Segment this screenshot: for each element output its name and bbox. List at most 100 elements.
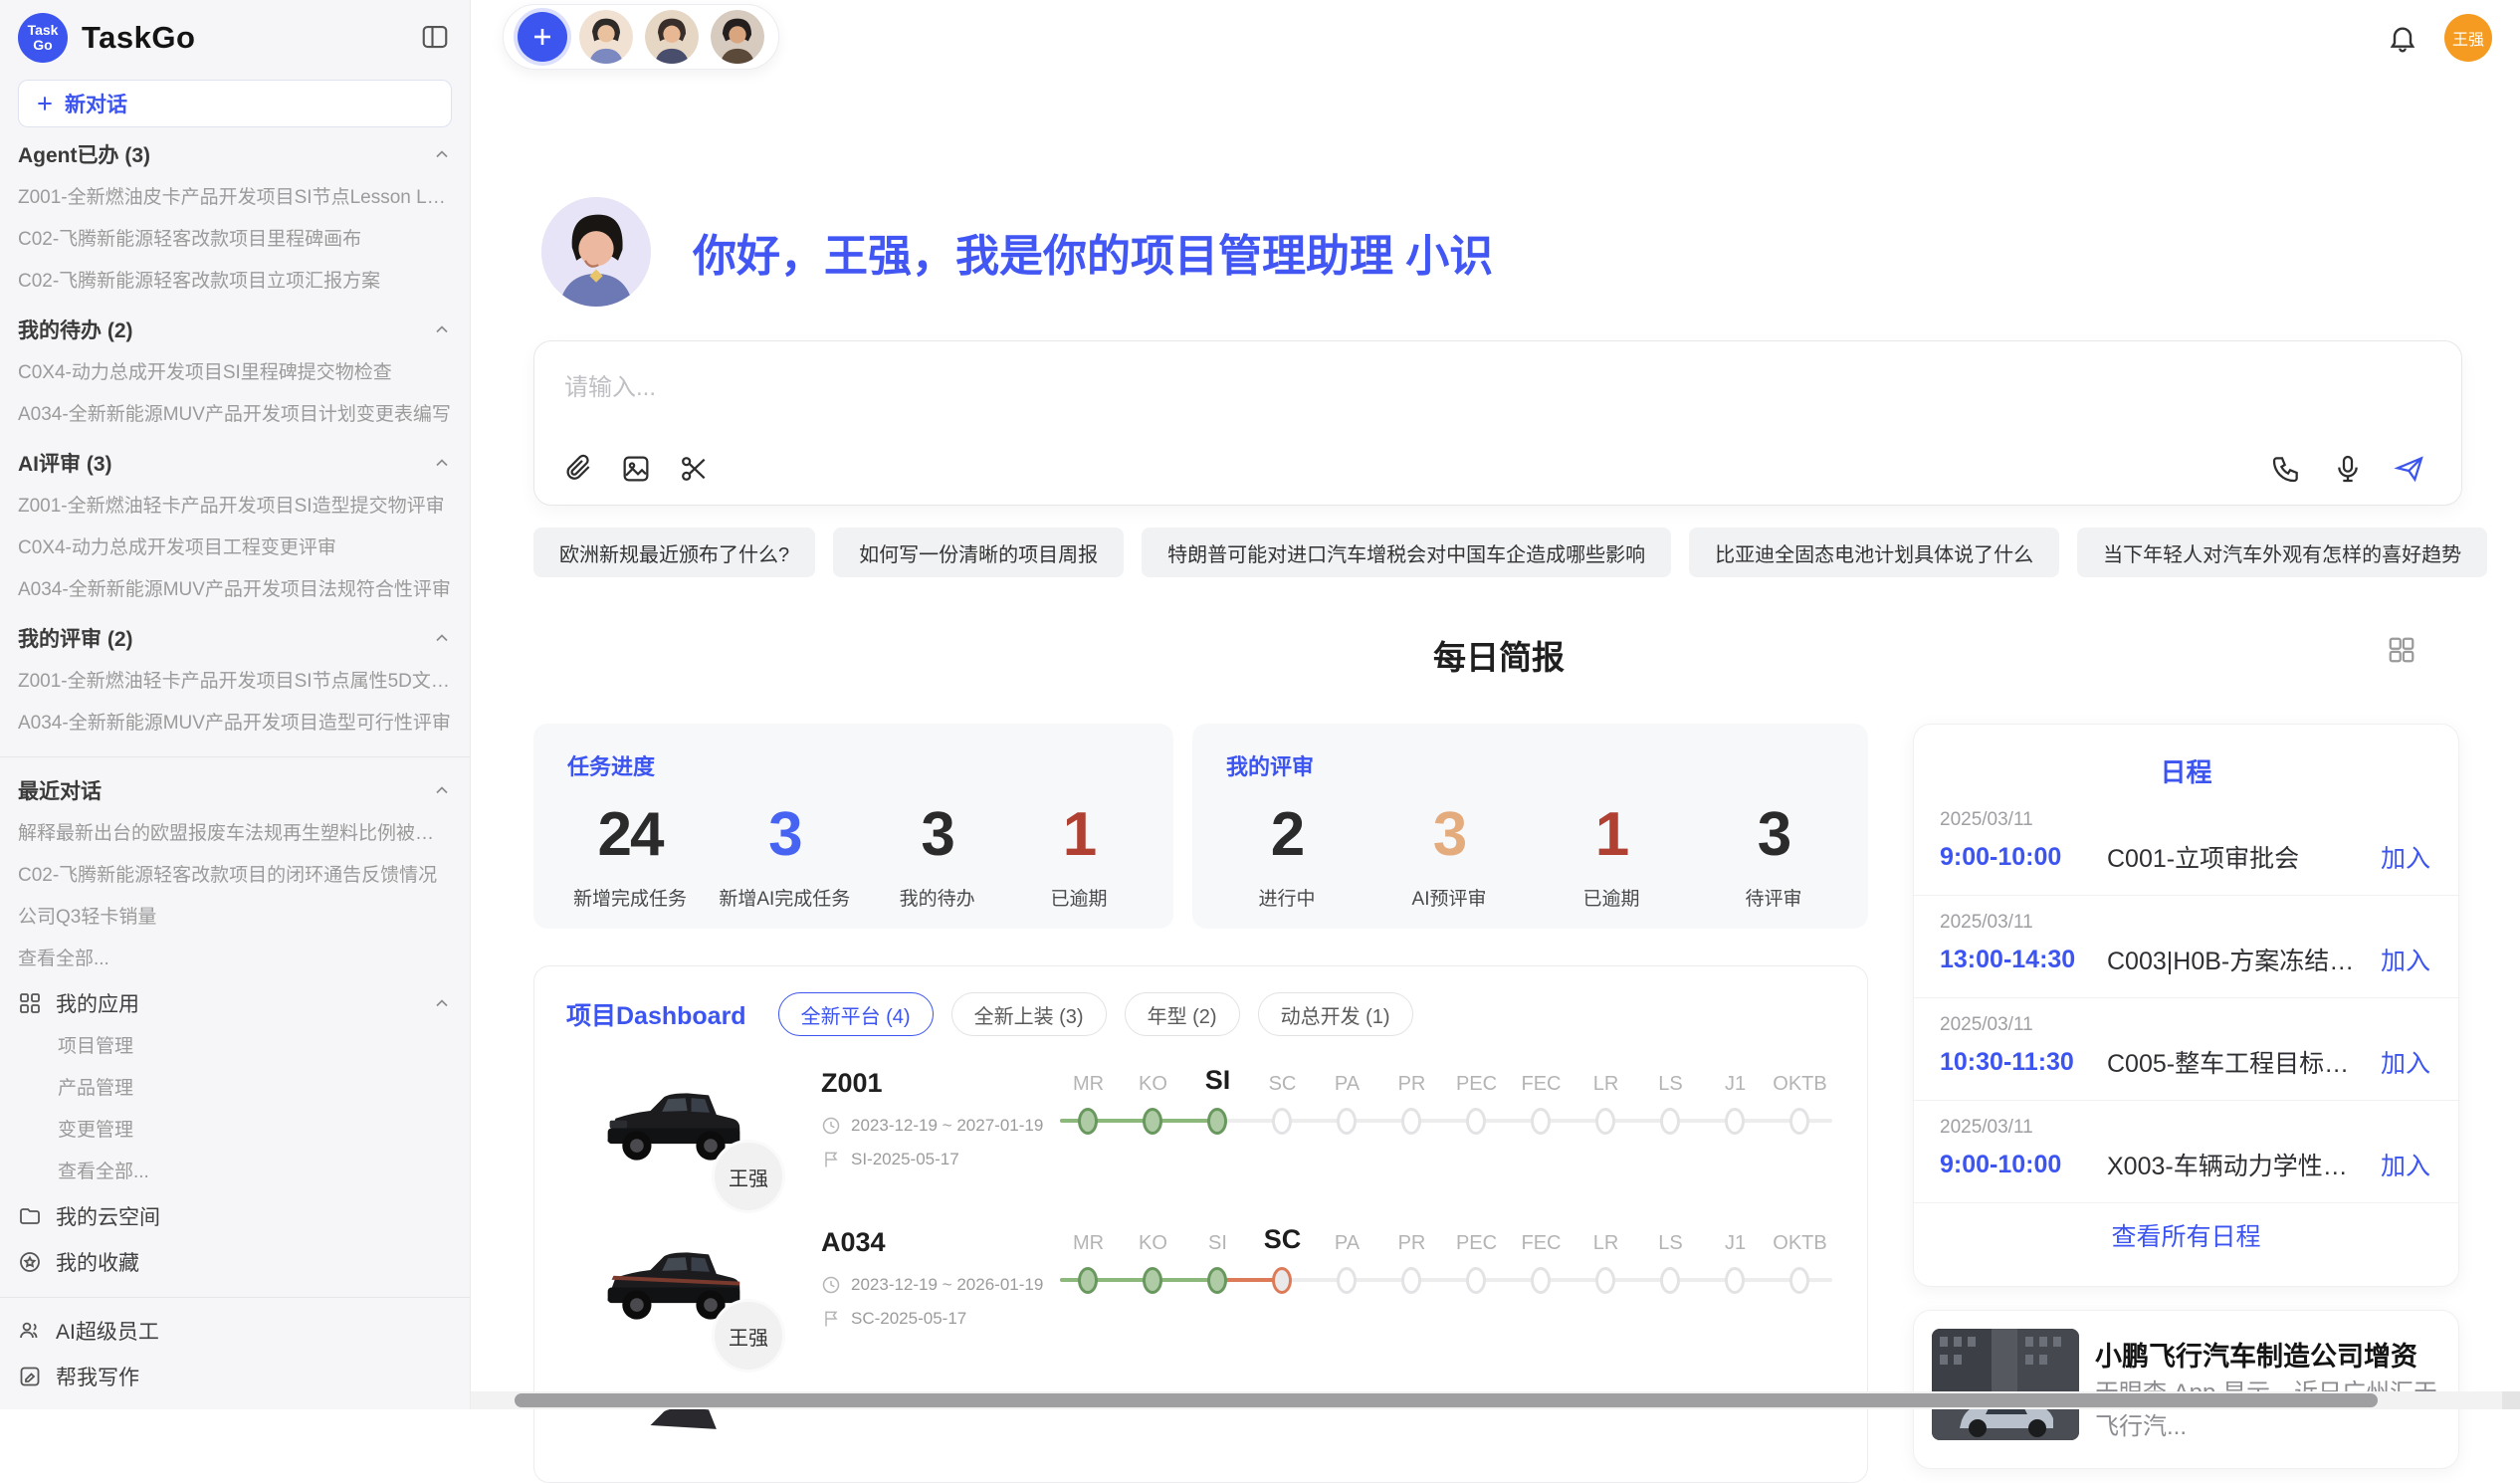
sidebar-item-favorites[interactable]: 我的收藏 [18, 1239, 452, 1285]
sidebar-item-my-apps[interactable]: 我的应用 [18, 980, 452, 1026]
join-link[interactable]: 加入 [2381, 1044, 2430, 1080]
stat-new-completed-tasks: 24 新增完成任务 [573, 799, 687, 911]
sidebar-subitem-product-mgmt[interactable]: 产品管理 [18, 1068, 452, 1110]
card-title: 我的评审 [1226, 749, 1834, 781]
list-item[interactable]: Z001-全新燃油轻卡产品开发项目SI节点属性5D文件评审 [18, 661, 452, 703]
sidebar-item-ai-super-staff[interactable]: AI超级员工 [18, 1308, 452, 1354]
schedule-card: 日程 2025/03/11 9:00-10:00 C001-立项审批会 加入 2… [1913, 724, 2459, 1287]
assistant-avatar [541, 197, 651, 307]
image-icon[interactable] [620, 453, 652, 485]
sidebar-item-label: 帮我写作 [56, 1362, 139, 1391]
section-header-my-review[interactable]: 我的评审 (2) [18, 615, 452, 661]
list-item[interactable]: C0X4-动力总成开发项目SI里程碑提交物检查 [18, 352, 452, 394]
section-title: 我的评审 (2) [18, 623, 133, 653]
avatar[interactable] [645, 10, 699, 64]
greeting-block: 你好，王强，我是你的项目管理助理 小识 [541, 197, 1493, 307]
horizontal-scrollbar-thumb[interactable] [515, 1393, 2378, 1407]
scissors-icon[interactable] [678, 453, 710, 485]
horizontal-scrollbar-track[interactable] [471, 1391, 2520, 1409]
list-item[interactable]: 公司Q3轻卡销量 [18, 897, 452, 939]
list-item[interactable]: C02-飞腾新能源轻客改款项目的闭环通告反馈情况 [18, 855, 452, 897]
schedule-date: 2025/03/11 [1940, 1117, 2430, 1139]
flag-icon [821, 1150, 841, 1169]
scrollbar-corner [2502, 1391, 2520, 1409]
avatar[interactable] [711, 10, 764, 64]
sidebar-subitem-change-mgmt[interactable]: 变更管理 [18, 1110, 452, 1152]
section-header-recent[interactable]: 最近对话 [18, 767, 452, 813]
microphone-icon[interactable] [2332, 453, 2364, 485]
avatar[interactable] [579, 10, 633, 64]
news-card[interactable]: 小鹏飞行汽车制造公司增资 天眼查 App 显示，近日广州汇天飞行汽... [1913, 1310, 2459, 1469]
tab-new-platform[interactable]: 全新平台 (4) [778, 992, 934, 1036]
sidebar-subitem-project-mgmt[interactable]: 项目管理 [18, 1026, 452, 1068]
new-chat-button[interactable]: 新对话 [18, 80, 452, 127]
list-item[interactable]: A034-全新新能源MUV产品开发项目法规符合性评审 [18, 569, 452, 611]
attachment-icon[interactable] [562, 453, 594, 485]
list-item[interactable]: Z001-全新燃油轻卡产品开发项目SI造型提交物评审 [18, 486, 452, 528]
notification-bell-icon[interactable] [2387, 22, 2418, 54]
list-item[interactable]: C0X4-动力总成开发项目工程变更评审 [18, 528, 452, 569]
sidebar-item-label: AI超级员工 [56, 1316, 159, 1346]
project-row-a034[interactable]: 王强 A034 2023-12-19 ~ 2026-01-19 SC-2025-… [534, 1211, 1867, 1369]
suggestion-chip[interactable]: 欧洲新规最近颁布了什么? [533, 528, 815, 577]
suggestion-chip[interactable]: 当下年轻人对汽车外观有怎样的喜好趋势 [2077, 528, 2487, 577]
sidebar-item-cloud-space[interactable]: 我的云空间 [18, 1193, 452, 1239]
sidebar-item-help-me-write[interactable]: 帮我写作 [18, 1354, 452, 1399]
list-item[interactable]: 查看全部... [18, 939, 452, 980]
schedule-item: 2025/03/11 9:00-10:00 C001-立项审批会 加入 [1914, 793, 2458, 896]
view-all-schedule-link[interactable]: 查看所有日程 [1914, 1203, 2458, 1253]
people-icon [18, 1319, 42, 1343]
user-avatar[interactable]: 王强 [2444, 14, 2492, 62]
join-link[interactable]: 加入 [2381, 839, 2430, 875]
join-link[interactable]: 加入 [2381, 942, 2430, 977]
schedule-item: 2025/03/11 10:30-11:30 C005-整车工程目标评审 加入 [1914, 998, 2458, 1101]
list-item[interactable]: A034-全新新能源MUV产品开发项目计划变更表编写 [18, 394, 452, 436]
schedule-item: 2025/03/11 13:00-14:30 C003|H0B-方案冻结评审 加… [1914, 896, 2458, 998]
dashboard-title: 项目Dashboard [566, 996, 746, 1032]
section-header-agent-done[interactable]: Agent已办 (3) [18, 131, 452, 177]
section-title: 最近对话 [18, 775, 102, 805]
sidebar-subitem-view-all[interactable]: 查看全部... [18, 1152, 452, 1193]
divider [0, 756, 470, 757]
logo-line-1: Task [28, 23, 59, 38]
folder-icon [18, 1204, 42, 1228]
task-progress-card: 任务进度 24 新增完成任务 3 新增AI完成任务 3 我的待办 1 已逾期 [533, 724, 1173, 929]
stat-new-ai-completed-tasks: 3 新增AI完成任务 [719, 799, 850, 911]
dashboard-header: 项目Dashboard 全新平台 (4) 全新上装 (3) 年型 (2) 动总开… [534, 966, 1867, 1046]
message-input[interactable] [564, 367, 2431, 431]
chevron-up-icon [432, 780, 452, 800]
sidebar-collapse-icon[interactable] [420, 22, 450, 52]
list-item[interactable]: 解释最新出台的欧盟报废车法规再生塑料比例被调至15%... [18, 813, 452, 855]
chevron-up-icon [432, 319, 452, 339]
project-row-z001[interactable]: 王强 Z001 2023-12-19 ~ 2027-01-19 SI-2025-… [534, 1052, 1867, 1209]
project-code: Z001 [821, 1068, 883, 1099]
schedule-date: 2025/03/11 [1940, 809, 2430, 831]
schedule-date: 2025/03/11 [1940, 1014, 2430, 1036]
list-item[interactable]: C02-飞腾新能源轻客改款项目里程碑画布 [18, 219, 452, 261]
send-icon[interactable] [2394, 453, 2425, 485]
card-title: 任务进度 [567, 749, 1140, 781]
chevron-up-icon [432, 993, 452, 1013]
tab-powertrain[interactable]: 动总开发 (1) [1258, 992, 1413, 1036]
tab-year-model[interactable]: 年型 (2) [1125, 992, 1240, 1036]
suggestion-chip[interactable]: 比亚迪全固态电池计划具体说了什么 [1689, 528, 2059, 577]
layout-grid-icon[interactable] [2387, 635, 2416, 665]
project-owner-badge: 王强 [712, 1140, 785, 1213]
schedule-item: 2025/03/11 9:00-10:00 X003-车辆动力学性能验... 加… [1914, 1101, 2458, 1203]
suggestion-chip[interactable]: 特朗普可能对进口汽车增税会对中国车企造成哪些影响 [1142, 528, 1671, 577]
project-flag-date: SC-2025-05-17 [821, 1309, 966, 1329]
join-link[interactable]: 加入 [2381, 1147, 2430, 1182]
list-item[interactable]: A034-全新新能源MUV产品开发项目造型可行性评审 [18, 703, 452, 744]
divider [0, 1297, 470, 1298]
section-header-ai-review[interactable]: AI评审 (3) [18, 440, 452, 486]
stat-overdue: 1 已逾期 [1024, 799, 1134, 911]
sidebar-item-creative-drawing[interactable]: 创意制图 [18, 1399, 452, 1409]
section-header-my-todo[interactable]: 我的待办 (2) [18, 307, 452, 352]
phone-call-icon[interactable] [2270, 453, 2302, 485]
add-conversation-button[interactable] [518, 12, 567, 62]
suggestion-chip[interactable]: 如何写一份清晰的项目周报 [833, 528, 1124, 577]
list-item[interactable]: C02-飞腾新能源轻客改款项目立项汇报方案 [18, 261, 452, 303]
list-item[interactable]: Z001-全新燃油皮卡产品开发项目SI节点Lesson Learn报告 [18, 177, 452, 219]
tab-new-body[interactable]: 全新上装 (3) [951, 992, 1107, 1036]
conversation-toolbar [503, 4, 779, 70]
